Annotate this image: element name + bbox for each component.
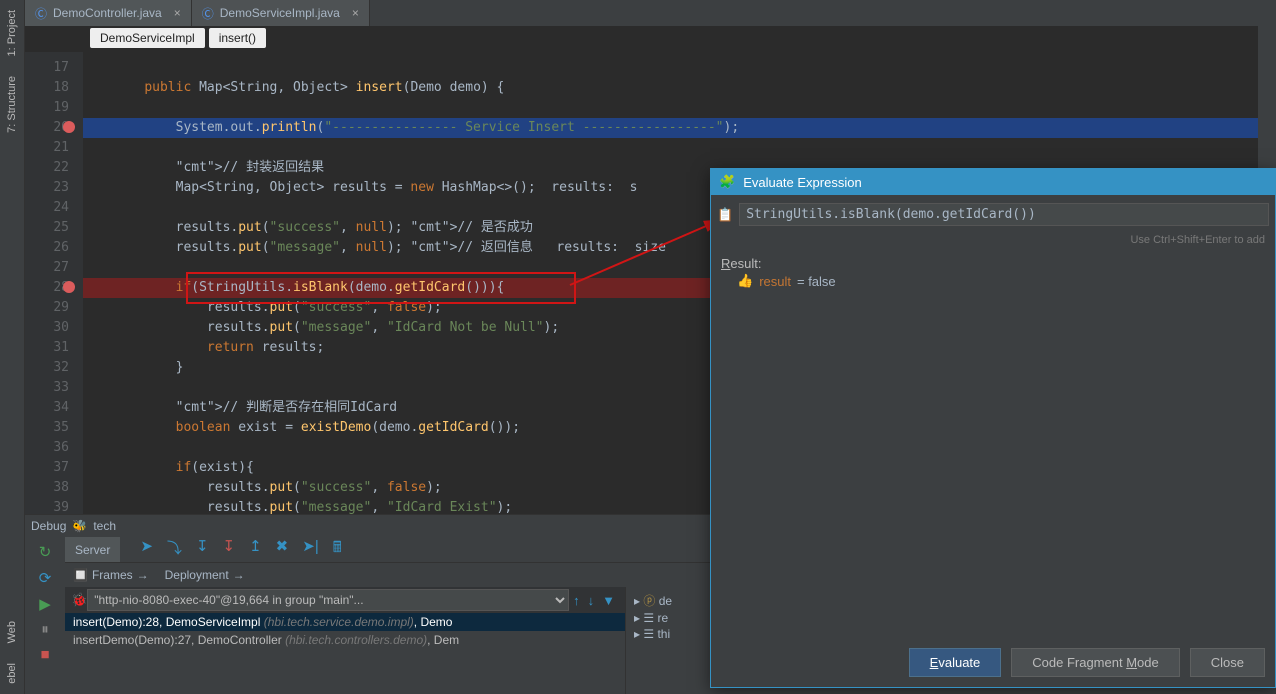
debug-config-name: tech [93,519,116,533]
sidebar-tool-project[interactable]: 1: Project [3,0,21,66]
thread-icon: 🐞 [71,592,87,608]
result-label: Result: [721,256,1265,271]
result-ok-icon: 👍 [737,273,753,289]
run-to-cursor-icon[interactable]: ➤| [302,537,318,562]
line-gutter: 1718192021222324252627282930313233343536… [25,52,83,514]
java-class-icon: Ⓒ [202,5,214,22]
dialog-title: Evaluate Expression [743,175,862,190]
prev-frame-icon[interactable]: ↑ [569,593,584,608]
step-toolbar: ➤ ⤵ ↧ ↧ ↥ ✖ ➤| 🖩 [140,537,341,562]
result-value: = false [797,274,836,289]
update-icon[interactable]: ⟳ [39,569,52,587]
evaluate-button[interactable]: Evaluate [909,648,1002,677]
debug-left-toolbar: ↻ ⟳ ▶ ⏸ ■ [25,537,65,694]
left-tool-sidebar: 1: Project 7: Structure Web ebel [0,0,25,694]
expression-input[interactable] [739,203,1269,226]
history-icon[interactable]: 📋 [717,207,733,223]
show-exec-point-icon[interactable]: ➤ [140,537,153,562]
rerun-icon[interactable]: ↻ [39,543,52,561]
tab-democontroller[interactable]: Ⓒ DemoController.java × [25,0,192,26]
frames-list: 🐞 "http-nio-8080-exec-40"@19,664 in grou… [65,587,625,694]
stack-frame[interactable]: insert(Demo):28, DemoServiceImpl (hbi.te… [65,613,625,631]
filter-icon[interactable]: ▼ [598,593,619,608]
sidebar-tool-jrebel[interactable]: ebel [3,653,21,694]
tab-demoserviceimpl[interactable]: Ⓒ DemoServiceImpl.java × [192,0,370,26]
input-hint: Use Ctrl+Shift+Enter to add [711,234,1275,250]
thread-selector[interactable]: "http-nio-8080-exec-40"@19,664 in group … [87,589,569,611]
result-row[interactable]: 👍 result = false [721,271,1265,291]
breadcrumb-class[interactable]: DemoServiceImpl [90,28,205,48]
result-area: Result: 👍 result = false [711,250,1275,638]
step-over-icon[interactable]: ⤵ [167,537,182,562]
close-icon[interactable]: × [352,6,359,20]
next-frame-icon[interactable]: ↓ [584,593,599,608]
breadcrumb: DemoServiceImpl insert() [90,28,266,48]
step-into-icon[interactable]: ↧ [196,537,209,562]
dialog-buttons: Evaluate Code Fragment Mode Close [711,638,1275,687]
evaluate-icon[interactable]: 🖩 [333,537,342,562]
app-icon: 🧩 [719,174,735,190]
debug-title: Debug [31,519,66,533]
step-out-icon[interactable]: ↥ [249,537,262,562]
server-tab[interactable]: Server [65,537,120,562]
code-fragment-mode-button[interactable]: Code Fragment Mode [1011,648,1179,677]
evaluate-expression-dialog: 🧩 Evaluate Expression 📋 Use Ctrl+Shift+E… [710,168,1276,688]
tab-label: DemoController.java [53,6,162,20]
dialog-title-bar[interactable]: 🧩 Evaluate Expression [711,169,1275,195]
tab-label: DemoServiceImpl.java [220,6,340,20]
stop-icon[interactable]: ■ [40,646,49,663]
pause-icon[interactable]: ⏸ [41,621,49,638]
resume-icon[interactable]: ▶ [39,595,51,613]
editor-tabs: Ⓒ DemoController.java × Ⓒ DemoServiceImp… [25,0,1258,26]
close-button[interactable]: Close [1190,648,1265,677]
result-name: result [759,274,791,289]
force-step-into-icon[interactable]: ↧ [223,537,236,562]
breadcrumb-method[interactable]: insert() [209,28,266,48]
sidebar-tool-web[interactable]: Web [3,611,21,653]
deployment-tab[interactable]: Deployment→ [157,568,253,582]
breakpoint-icon[interactable] [63,121,75,133]
bee-icon: 🐝 [72,519,87,533]
sidebar-tool-structure[interactable]: 7: Structure [3,66,21,143]
stack-frame[interactable]: insertDemo(Demo):27, DemoController (hbi… [65,631,625,649]
close-icon[interactable]: × [174,6,181,20]
drop-frame-icon[interactable]: ✖ [276,537,289,562]
breakpoint-icon[interactable] [63,281,75,293]
frames-tab[interactable]: 🔲Frames→ [65,568,157,582]
java-class-icon: Ⓒ [35,5,47,22]
